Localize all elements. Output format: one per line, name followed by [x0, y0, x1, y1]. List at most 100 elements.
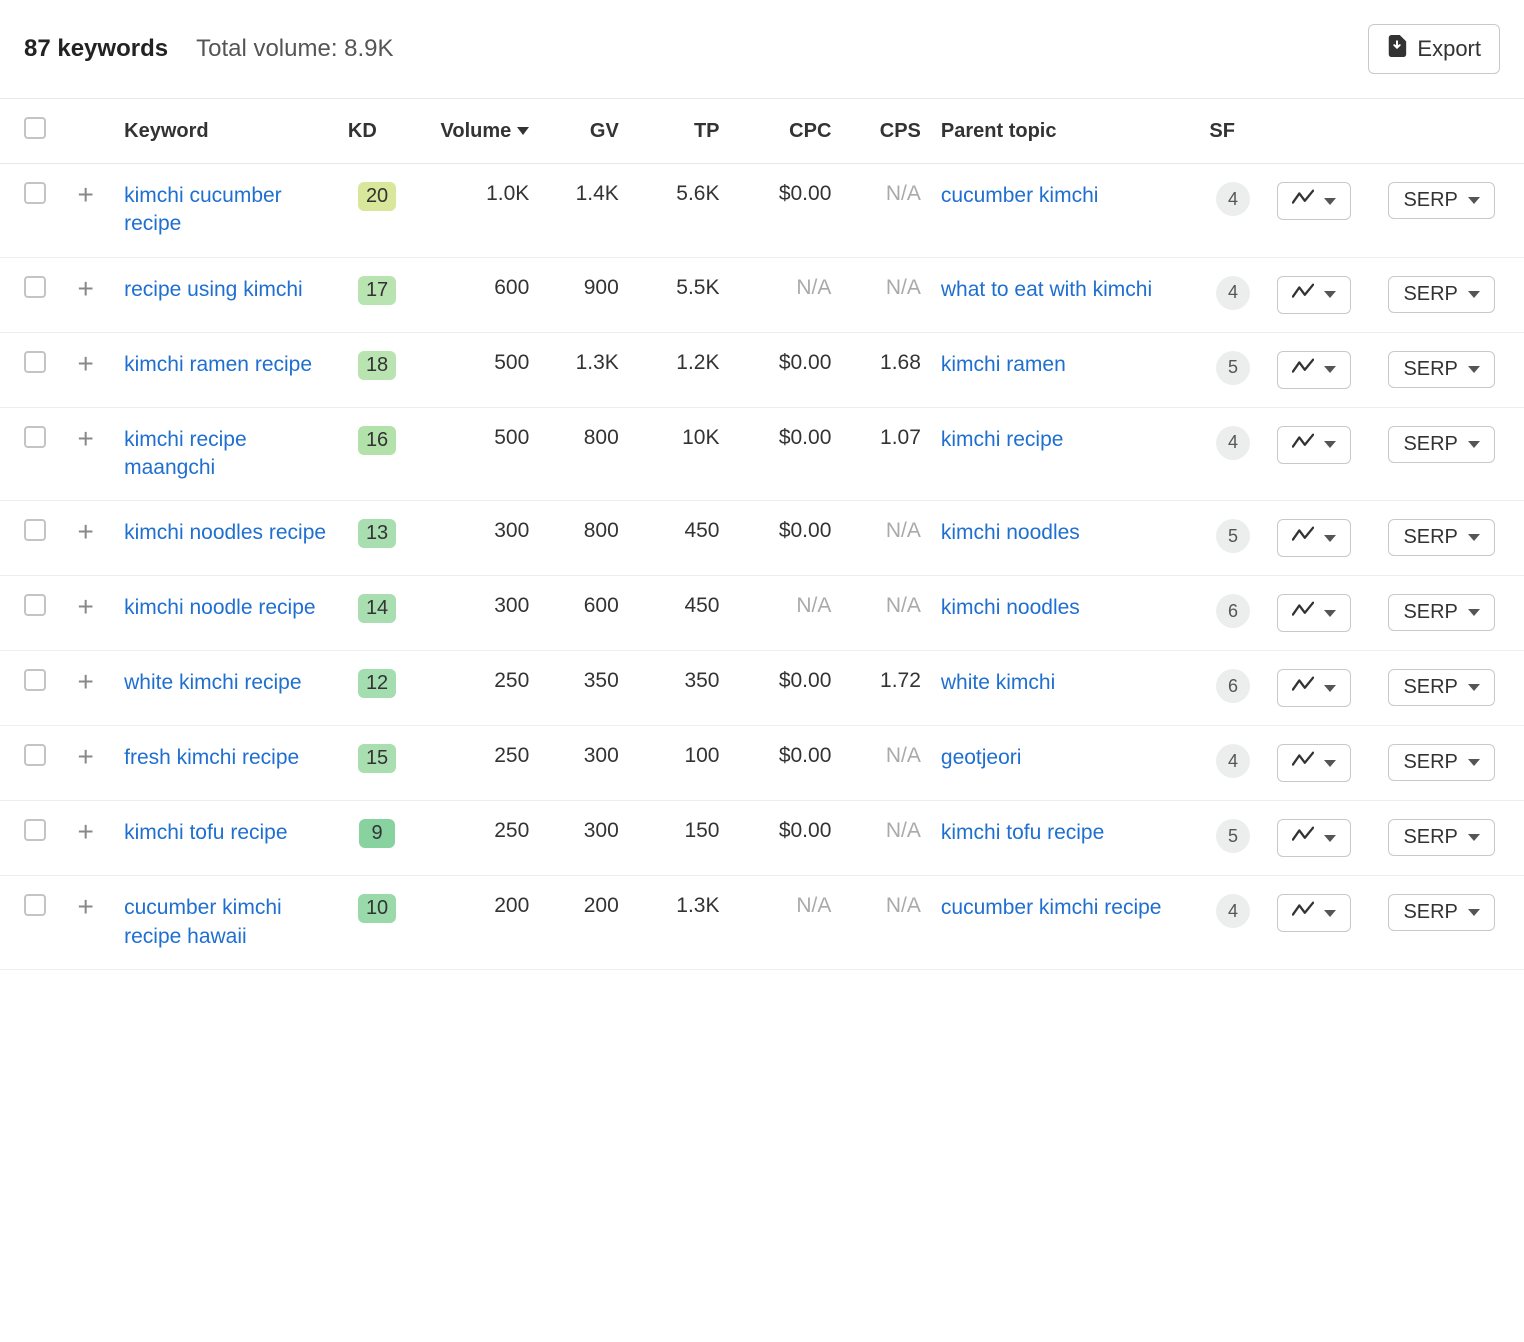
row-checkbox[interactable] — [24, 426, 46, 448]
parent-topic-link[interactable]: kimchi tofu recipe — [941, 819, 1104, 847]
col-cps[interactable]: CPS — [841, 99, 931, 164]
row-checkbox[interactable] — [24, 519, 46, 541]
serp-button[interactable]: SERP — [1388, 594, 1494, 631]
parent-topic-link[interactable]: kimchi noodles — [941, 519, 1080, 547]
expand-row-button[interactable]: + — [73, 894, 99, 920]
keyword-link[interactable]: kimchi cucumber recipe — [124, 182, 328, 239]
serp-button[interactable]: SERP — [1388, 894, 1494, 931]
trend-chart-button[interactable] — [1277, 894, 1351, 932]
row-checkbox[interactable] — [24, 594, 46, 616]
expand-row-button[interactable]: + — [73, 744, 99, 770]
serp-button[interactable]: SERP — [1388, 819, 1494, 856]
row-checkbox[interactable] — [24, 744, 46, 766]
trend-chart-button[interactable] — [1277, 519, 1351, 557]
sf-badge[interactable]: 5 — [1216, 519, 1250, 553]
row-checkbox[interactable] — [24, 819, 46, 841]
sf-badge[interactable]: 6 — [1216, 669, 1250, 703]
cps-cell: N/A — [841, 164, 931, 258]
keyword-link[interactable]: kimchi tofu recipe — [124, 819, 287, 847]
table-row: +white kimchi recipe12250350350$0.001.72… — [0, 651, 1524, 726]
parent-topic-link[interactable]: kimchi recipe — [941, 426, 1064, 454]
keyword-link[interactable]: kimchi ramen recipe — [124, 351, 312, 379]
sf-badge[interactable]: 4 — [1216, 894, 1250, 928]
col-sf[interactable]: SF — [1199, 99, 1266, 164]
row-checkbox[interactable] — [24, 894, 46, 916]
parent-topic-link[interactable]: kimchi ramen — [941, 351, 1066, 379]
sf-badge[interactable]: 4 — [1216, 426, 1250, 460]
gv-cell: 800 — [539, 501, 629, 576]
expand-row-button[interactable]: + — [73, 519, 99, 545]
row-checkbox[interactable] — [24, 182, 46, 204]
keyword-link[interactable]: fresh kimchi recipe — [124, 744, 299, 772]
col-volume[interactable]: Volume — [416, 99, 539, 164]
serp-label: SERP — [1403, 826, 1457, 849]
export-button[interactable]: Export — [1368, 24, 1500, 74]
serp-button[interactable]: SERP — [1388, 426, 1494, 463]
trend-chart-button[interactable] — [1277, 744, 1351, 782]
row-checkbox[interactable] — [24, 276, 46, 298]
keyword-link[interactable]: cucumber kimchi recipe hawaii — [124, 894, 328, 951]
keyword-link[interactable]: kimchi noodle recipe — [124, 594, 315, 622]
expand-row-button[interactable]: + — [73, 594, 99, 620]
tp-cell: 450 — [629, 501, 730, 576]
row-checkbox[interactable] — [24, 351, 46, 373]
export-label: Export — [1417, 36, 1481, 62]
trend-chart-button[interactable] — [1277, 426, 1351, 464]
keyword-link[interactable]: white kimchi recipe — [124, 669, 301, 697]
col-gv[interactable]: GV — [539, 99, 629, 164]
row-checkbox[interactable] — [24, 669, 46, 691]
volume-cell: 500 — [416, 332, 539, 407]
serp-label: SERP — [1403, 526, 1457, 549]
parent-topic-link[interactable]: geotjeori — [941, 744, 1022, 772]
serp-label: SERP — [1403, 433, 1457, 456]
trend-chart-button[interactable] — [1277, 276, 1351, 314]
col-cpc[interactable]: CPC — [730, 99, 842, 164]
trend-chart-button[interactable] — [1277, 182, 1351, 220]
expand-row-button[interactable]: + — [73, 276, 99, 302]
serp-button[interactable]: SERP — [1388, 182, 1494, 219]
sf-badge[interactable]: 5 — [1216, 819, 1250, 853]
cps-cell: N/A — [841, 801, 931, 876]
cpc-cell: $0.00 — [730, 407, 842, 501]
keyword-link[interactable]: kimchi recipe maangchi — [124, 426, 328, 483]
sf-badge[interactable]: 5 — [1216, 351, 1250, 385]
serp-button[interactable]: SERP — [1388, 744, 1494, 781]
chart-line-icon — [1292, 676, 1314, 700]
col-keyword[interactable]: Keyword — [114, 99, 338, 164]
keyword-link[interactable]: kimchi noodles recipe — [124, 519, 326, 547]
col-tp[interactable]: TP — [629, 99, 730, 164]
sf-badge[interactable]: 4 — [1216, 182, 1250, 216]
serp-button[interactable]: SERP — [1388, 669, 1494, 706]
chevron-down-icon — [1324, 198, 1336, 205]
col-kd[interactable]: KD — [338, 99, 416, 164]
expand-row-button[interactable]: + — [73, 182, 99, 208]
col-parent-topic[interactable]: Parent topic — [931, 99, 1200, 164]
serp-button[interactable]: SERP — [1388, 519, 1494, 556]
serp-button[interactable]: SERP — [1388, 276, 1494, 313]
expand-row-button[interactable]: + — [73, 351, 99, 377]
parent-topic-link[interactable]: cucumber kimchi recipe — [941, 894, 1162, 922]
serp-label: SERP — [1403, 358, 1457, 381]
chart-line-icon — [1292, 283, 1314, 307]
trend-chart-button[interactable] — [1277, 594, 1351, 632]
cpc-cell: $0.00 — [730, 164, 842, 258]
sf-badge[interactable]: 4 — [1216, 744, 1250, 778]
cps-cell: N/A — [841, 501, 931, 576]
trend-chart-button[interactable] — [1277, 669, 1351, 707]
kd-badge: 18 — [358, 351, 396, 380]
expand-row-button[interactable]: + — [73, 426, 99, 452]
parent-topic-link[interactable]: what to eat with kimchi — [941, 276, 1152, 304]
trend-chart-button[interactable] — [1277, 819, 1351, 857]
sf-badge[interactable]: 6 — [1216, 594, 1250, 628]
keyword-link[interactable]: recipe using kimchi — [124, 276, 303, 304]
sf-badge[interactable]: 4 — [1216, 276, 1250, 310]
chevron-down-icon — [1468, 684, 1480, 691]
select-all-checkbox[interactable] — [24, 117, 46, 139]
parent-topic-link[interactable]: white kimchi — [941, 669, 1055, 697]
parent-topic-link[interactable]: cucumber kimchi — [941, 182, 1099, 210]
expand-row-button[interactable]: + — [73, 819, 99, 845]
parent-topic-link[interactable]: kimchi noodles — [941, 594, 1080, 622]
serp-button[interactable]: SERP — [1388, 351, 1494, 388]
trend-chart-button[interactable] — [1277, 351, 1351, 389]
expand-row-button[interactable]: + — [73, 669, 99, 695]
